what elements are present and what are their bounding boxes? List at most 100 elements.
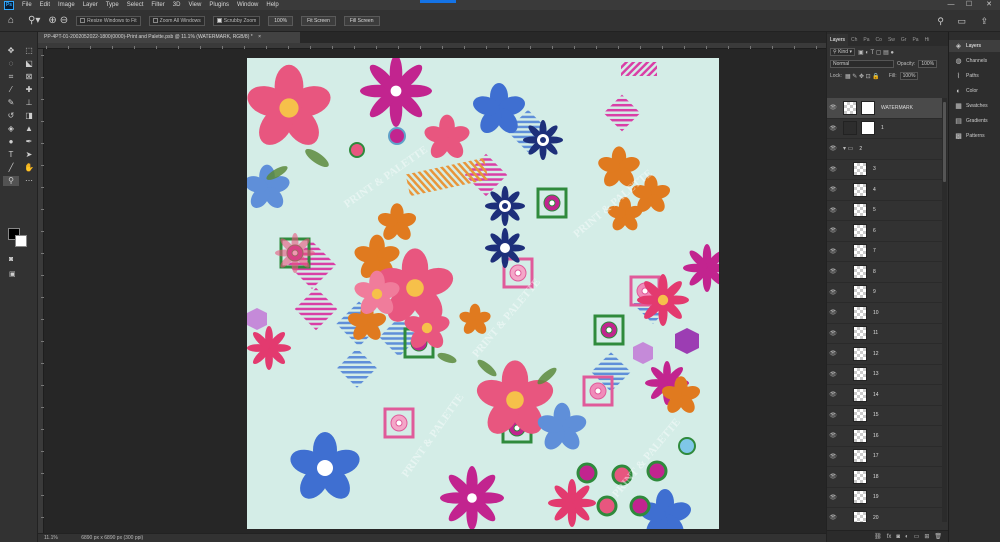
layer-name[interactable]: 8 [873,269,876,275]
menu-image[interactable]: Image [58,2,75,8]
layer-row[interactable]: 👁 3 [827,160,942,180]
visibility-eye-icon[interactable]: 👁 [827,227,839,234]
blend-mode-select[interactable]: Normal [830,60,894,68]
visibility-eye-icon[interactable]: 👁 [827,473,839,480]
document-canvas[interactable]: PRINT & PALETTE PRINT & PALETTE PRINT & … [247,58,719,529]
dock-channels[interactable]: ◍ Channels [949,55,1000,67]
lock-icons[interactable]: ▦ ✎ ✥ ⊡ 🔒 [845,73,880,80]
visibility-eye-icon[interactable]: 👁 [827,309,839,316]
pen-tool-icon[interactable]: ✒ [21,137,37,147]
visibility-eye-icon[interactable]: 👁 [827,248,839,255]
blur-tool-icon[interactable]: ▲ [21,124,37,134]
lasso-tool-icon[interactable]: ◌ [3,59,19,69]
frame-tool-icon[interactable]: ⊠ [21,72,37,82]
more-tools-icon[interactable]: ⋯ [21,176,37,186]
layer-row[interactable]: 👁 17 [827,447,942,467]
layer-mask-thumbnail[interactable] [861,100,875,115]
eyedropper-tool-icon[interactable]: ⁄ [3,85,19,95]
zoom-out-icon[interactable]: ⊖ [60,15,68,26]
tab-paths[interactable]: Pa [860,37,872,46]
layer-name[interactable]: 11 [873,330,878,336]
visibility-eye-icon[interactable]: 👁 [827,371,839,378]
layer-row[interactable]: 👁 5 [827,201,942,221]
scrubby-zoom-checkbox[interactable]: Scrubby Zoom [212,15,261,26]
layer-row[interactable]: 👁 4 [827,180,942,201]
minimize-button[interactable]: — [944,0,958,10]
layer-row[interactable]: 👁 8 [827,262,942,283]
dock-swatches[interactable]: ▦ Swatches [949,100,1000,112]
fit-screen-button[interactable]: Fit Screen [301,15,336,26]
visibility-eye-icon[interactable]: 👁 [827,330,839,337]
document-tab[interactable]: PP-4PT-01-2002052022-1800(0000)-Print an… [38,32,300,43]
menu-3d[interactable]: 3D [173,2,181,8]
layer-name[interactable]: 2 [859,146,862,152]
layer-row[interactable]: 👁 7 [827,242,942,262]
layer-row[interactable]: 👁 18 [827,467,942,488]
tab-swatches[interactable]: Sw [885,37,898,46]
layer-row[interactable]: 👁 15 [827,406,942,426]
move-tool-icon[interactable]: ✥ [3,46,19,56]
menu-help[interactable]: Help [266,2,278,8]
dock-color[interactable]: ◐ Color [949,85,1000,97]
layer-name[interactable]: 1 [881,125,884,131]
filter-kind-select[interactable]: ⚲ Kind ▾ [830,48,855,56]
visibility-eye-icon[interactable]: 👁 [827,412,839,419]
zoom-all-checkbox[interactable]: Zoom All Windows [148,15,205,26]
background-color-swatch[interactable] [15,235,27,247]
layer-row[interactable]: 👁 13 [827,365,942,385]
layer-row[interactable]: 👁 1 [827,119,942,139]
layer-row[interactable]: 👁 9 [827,283,942,303]
layer-name[interactable]: 17 [873,453,879,459]
adjustment-layer-icon[interactable]: ◐ [905,534,909,540]
new-group-icon[interactable]: ▭ [914,533,920,540]
clone-stamp-tool-icon[interactable]: ⊥ [21,98,37,108]
layer-name[interactable]: 7 [873,248,876,254]
layer-name[interactable]: WATERMARK [881,105,913,111]
visibility-eye-icon[interactable]: 👁 [827,391,839,398]
tab-channels[interactable]: Ch [848,37,860,46]
visibility-eye-icon[interactable]: 👁 [827,125,839,132]
layer-name[interactable]: 10 [873,310,879,316]
menu-edit[interactable]: Edit [40,2,50,8]
path-select-tool-icon[interactable]: ➤ [21,150,37,160]
layer-name[interactable]: 20 [873,515,879,521]
visibility-eye-icon[interactable]: 👁 [827,186,839,193]
visibility-eye-icon[interactable]: 👁 [827,514,839,521]
layer-name[interactable]: 4 [873,187,876,193]
dock-paths[interactable]: ⌇ Paths [949,70,1000,82]
layer-row[interactable]: 👁 10 [827,303,942,324]
status-doc-info[interactable]: 6890 px x 6890 px (300 ppi) [81,535,143,541]
filter-icons[interactable]: ▣ ◐ T ▢ ▤ ● [858,49,894,56]
menu-window[interactable]: Window [237,2,258,8]
close-button[interactable]: ✕ [982,0,996,10]
hand-tool-icon[interactable]: ✋ [21,163,37,173]
folder-icon[interactable]: ▾ ▭ [843,145,853,152]
layer-name[interactable]: 19 [873,494,879,500]
layer-mask-thumbnail[interactable] [861,121,875,136]
zoom-100-button[interactable]: 100% [268,15,294,26]
zoom-tool-icon[interactable]: ⚲ [3,176,19,186]
history-brush-tool-icon[interactable]: ↺ [3,111,19,121]
visibility-eye-icon[interactable]: 👁 [827,453,839,460]
menu-view[interactable]: View [188,2,201,8]
fill-field[interactable]: 100% [899,72,919,80]
resize-windows-checkbox[interactable]: Resize Windows to Fit [76,15,141,26]
layer-name[interactable]: 12 [873,351,879,357]
layer-name[interactable]: 14 [873,392,879,398]
workspace-icon[interactable]: ▭ [957,16,966,27]
zoom-in-icon[interactable]: ⊕ [48,15,56,26]
menu-file[interactable]: File [22,2,32,8]
layer-row[interactable]: 👁 12 [827,344,942,365]
tab-gradients[interactable]: Gr [898,37,910,46]
new-layer-icon[interactable]: ⊞ [924,533,929,540]
layer-name[interactable]: 9 [873,289,876,295]
layer-row[interactable]: 👁 20 [827,508,942,522]
quick-mask-icon[interactable]: ◙ [9,256,13,263]
menu-layer[interactable]: Layer [83,2,98,8]
visibility-eye-icon[interactable]: 👁 [827,494,839,501]
paint-bucket-tool-icon[interactable]: ◈ [3,124,19,134]
menu-select[interactable]: Select [127,2,144,8]
zoom-tool-preset-icon[interactable]: ⚲▾ [28,15,40,26]
visibility-eye-icon[interactable]: 👁 [827,145,839,152]
search-icon[interactable]: ⚲ [937,16,944,27]
